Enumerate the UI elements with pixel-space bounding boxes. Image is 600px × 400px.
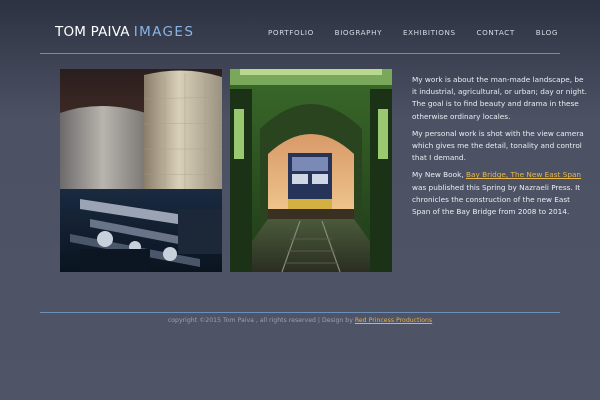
book-link[interactable]: Bay Bridge, The New East Span xyxy=(466,170,581,179)
logo-name: TOM PAIVA xyxy=(55,24,130,40)
logo-images: IMAGES xyxy=(133,24,195,40)
nav-portfolio[interactable]: PORTFOLIO xyxy=(268,28,314,37)
intro-paragraph-2: My personal work is shot with the view c… xyxy=(412,128,584,163)
intro-paragraph-3: My New Book, Bay Bridge, The New East Sp… xyxy=(412,169,588,218)
footer-divider xyxy=(40,312,560,313)
nav-blog[interactable]: BLOG xyxy=(536,28,558,37)
intro-text: My work is about the man-made landscape,… xyxy=(412,74,588,223)
footer-designer-link[interactable]: Red Princess Productions xyxy=(355,317,432,324)
footer: copyright ©2015 Tom Paiva , all rights r… xyxy=(0,317,600,324)
photo-industrial-tanks[interactable] xyxy=(60,69,222,272)
main-nav: PORTFOLIO BIOGRAPHY EXHIBITIONS CONTACT … xyxy=(268,28,558,37)
nav-contact[interactable]: CONTACT xyxy=(477,28,515,37)
nav-exhibitions[interactable]: EXHIBITIONS xyxy=(403,28,456,37)
book-intro: My New Book, xyxy=(412,170,466,180)
nav-biography[interactable]: BIOGRAPHY xyxy=(335,28,382,37)
header-divider xyxy=(40,53,560,54)
book-description: was published this Spring by Nazraeli Pr… xyxy=(412,182,581,217)
intro-paragraph-1: My work is about the man-made landscape,… xyxy=(412,75,587,121)
footer-copyright: copyright ©2015 Tom Paiva , all rights r… xyxy=(167,317,355,324)
site-logo[interactable]: TOM PAIVA IMAGES xyxy=(55,24,194,40)
photo-locomotive-shed[interactable] xyxy=(230,69,392,272)
